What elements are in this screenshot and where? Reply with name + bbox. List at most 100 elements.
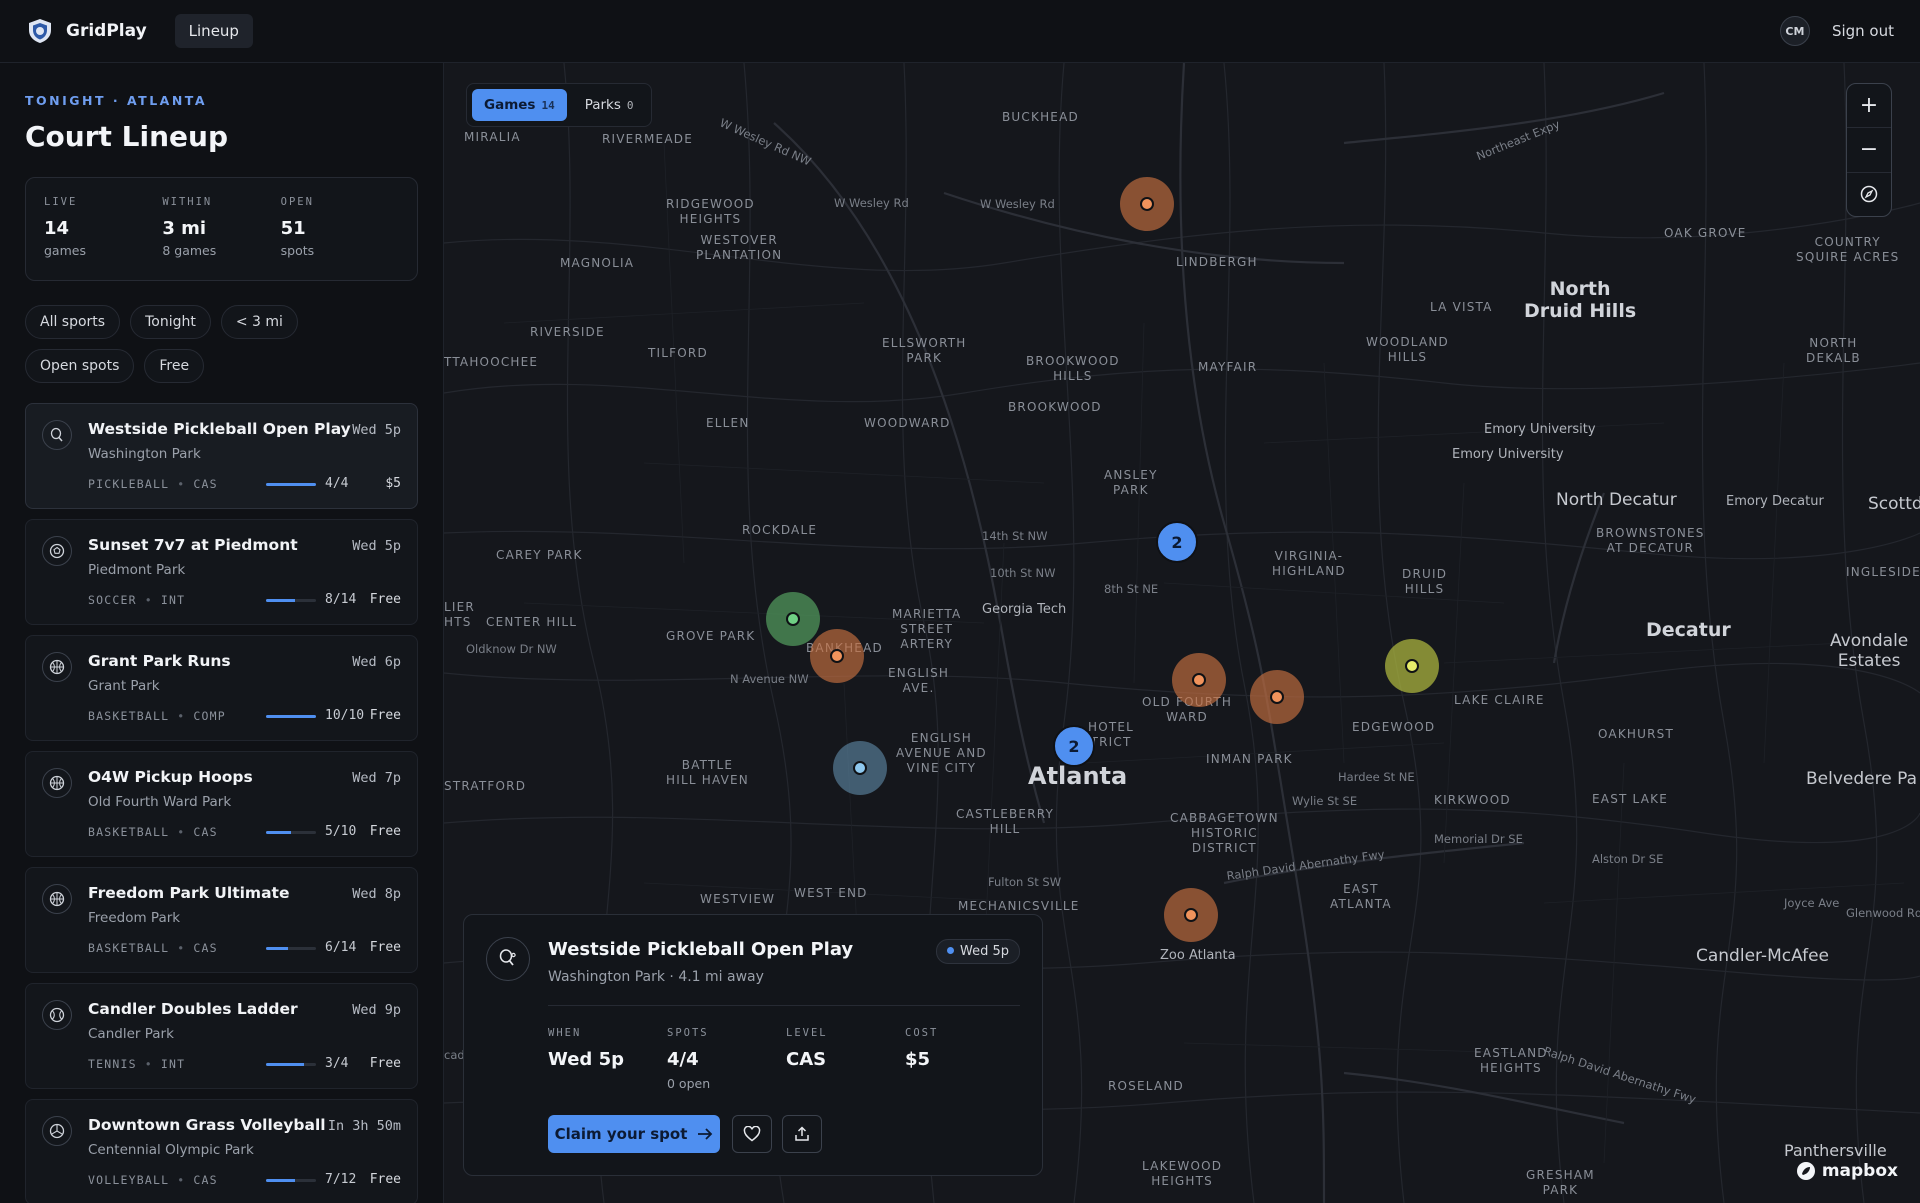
detail-col-value: 4/4 [667,1049,699,1070]
map-marker-volleyball[interactable] [833,741,887,795]
game-cost: Free [369,592,401,607]
map-marker-tennis[interactable] [1385,639,1439,693]
game-time: Wed 5p [352,422,401,438]
map-label: GRESHAM PARK [1526,1168,1595,1197]
game-card[interactable]: Freedom Park Ultimate Wed 8p Freedom Par… [25,867,418,973]
map-cluster[interactable]: 2 [1156,521,1198,563]
eyebrow: TONIGHT · ATLANTA [25,93,208,108]
map-label-street: Alston Dr SE [1592,852,1664,866]
game-card[interactable]: Downtown Grass Volleyball In 3h 50m Cent… [25,1099,418,1203]
game-tags: PICKLEBALL • CAS [88,477,218,491]
sport-icon-wrap [42,420,72,450]
filter-free[interactable]: Free [144,349,205,383]
tab-games[interactable]: Games 14 [472,89,567,121]
game-park: Grant Park [88,678,160,694]
game-cost: Free [369,824,401,839]
filter-distance[interactable]: < 3 mi [220,305,298,339]
map-label: BROOKWOOD HILLS [1026,354,1120,383]
page-title: Court Lineup [25,120,228,153]
map[interactable]: BUCKHEAD MIRALIA RIVERMEADE RIDGEWOOD HE… [444,63,1920,1203]
tag-separator: • [177,825,186,839]
map-marker-basketball[interactable] [810,629,864,683]
map-label: TILFORD [648,346,708,360]
zoom-out-button[interactable]: − [1847,128,1891,173]
game-card[interactable]: Candler Doubles Ladder Wed 9p Candler Pa… [25,983,418,1089]
game-level: COMP [193,709,226,723]
share-button[interactable] [782,1115,822,1153]
game-sport: TENNIS [88,1057,137,1071]
map-marker-basketball[interactable] [1172,653,1226,707]
mapbox-logo-icon [1796,1162,1815,1180]
game-park: Piedmont Park [88,562,186,578]
detail-subtitle: Washington Park · 4.1 mi away [548,969,764,985]
tennis-ball-icon [49,1007,65,1023]
map-marker-basketball[interactable] [1250,670,1304,724]
map-label: CENTER HILL [486,615,578,629]
claim-spot-button[interactable]: Claim your spot [548,1115,720,1153]
game-level: INT [160,593,186,607]
map-label-city: Decatur [1646,619,1731,641]
avatar[interactable]: CM [1779,16,1810,46]
game-card[interactable]: O4W Pickup Hoops Wed 7p Old Fourth Ward … [25,751,418,857]
stat-label: WITHIN [162,196,213,208]
nav-lineup[interactable]: Lineup [174,14,253,48]
favorite-button[interactable] [732,1115,772,1153]
game-title: Candler Doubles Ladder [88,1000,298,1018]
filter-all-sports[interactable]: All sports [25,305,121,339]
game-sport: BASKETBALL [88,709,170,723]
map-label: BUCKHEAD [1002,110,1079,124]
map-label: LAKEWOOD HEIGHTS [1142,1159,1223,1188]
map-label: CAREY PARK [496,548,583,562]
game-sport: BASKETBALL [88,941,170,955]
brand[interactable]: GridPlay [26,17,147,45]
tab-parks[interactable]: Parks 0 [573,89,646,121]
game-sport: PICKLEBALL [88,477,170,491]
zoom-in-button[interactable]: + [1847,84,1891,129]
tag-separator: • [177,1173,186,1187]
filter-tonight[interactable]: Tonight [130,305,211,339]
spots-progress-fill [266,1063,304,1066]
map-cluster[interactable]: 2 [1053,725,1095,767]
sport-icon-wrap [42,652,72,682]
map-marker-basketball[interactable] [1120,177,1174,231]
map-label-poi: Georgia Tech [982,602,1067,617]
sign-out-button[interactable]: Sign out [1832,22,1894,40]
tag-separator: • [177,941,186,955]
map-label: EDGEWOOD [1352,720,1436,734]
detail-sport-icon-wrap [486,937,530,981]
spots-progress [266,831,316,834]
tab-label: Games [484,97,536,113]
game-title: Westside Pickleball Open Play [88,420,351,438]
spots-progress [266,599,316,602]
map-label-street: Memorial Dr SE [1434,832,1523,846]
map-label: ELLEN [706,416,750,430]
game-park: Washington Park [88,446,201,462]
soccer-ball-icon [49,543,65,559]
map-label: OAK GROVE [1664,226,1747,240]
game-level: CAS [193,941,218,955]
map-label: WESTVIEW [700,892,776,906]
game-title: Grant Park Runs [88,652,231,670]
stat-within: WITHIN 3 mi 8 games [162,196,280,262]
filter-chips: All sports Tonight < 3 mi Open spots Fre… [25,305,417,383]
game-card[interactable]: Westside Pickleball Open Play Wed 5p Was… [25,403,418,509]
basketball-icon [49,775,65,791]
game-spots: 6/14 [325,940,357,955]
game-card[interactable]: Grant Park Runs Wed 6p Grant Park BASKET… [25,635,418,741]
map-label-city: North Druid Hills [1524,278,1637,322]
map-label: MAYFAIR [1198,360,1258,374]
detail-time-badge: Wed 5p [936,939,1020,964]
map-label: INGLESIDE [1846,565,1920,579]
mapbox-attribution[interactable]: mapbox [1796,1161,1898,1181]
volleyball-icon [49,1123,65,1139]
game-park: Candler Park [88,1026,174,1042]
game-card[interactable]: Sunset 7v7 at Piedmont Wed 5p Piedmont P… [25,519,418,625]
stat-live: LIVE 14 games [44,196,162,262]
zoom-controls: + − [1846,83,1892,217]
map-marker-basketball[interactable] [1164,888,1218,942]
compass-button[interactable] [1847,173,1891,216]
spots-progress [266,715,316,718]
map-marker-soccer[interactable] [766,592,820,646]
map-label: WOODWARD [864,416,951,430]
filter-open-spots[interactable]: Open spots [25,349,135,383]
